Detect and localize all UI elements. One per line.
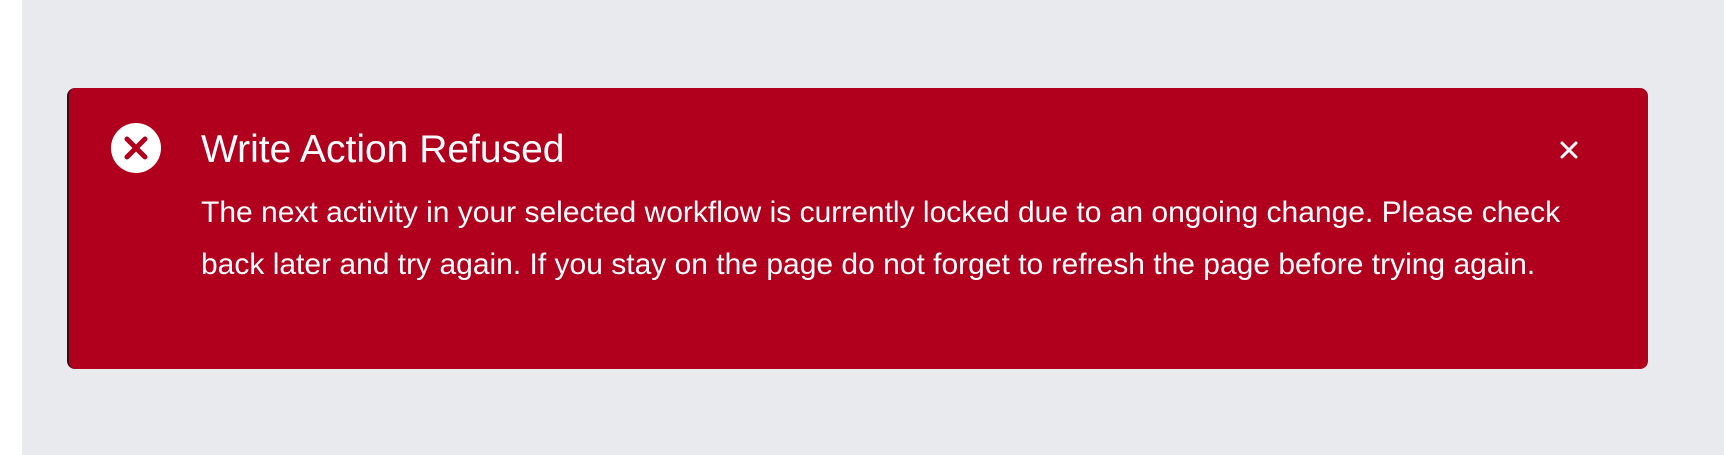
error-alert: Write Action Refused The next activity i… (67, 88, 1648, 369)
close-button[interactable] (1553, 134, 1585, 166)
close-icon (1553, 134, 1585, 166)
alert-message: The next activity in your selected workf… (201, 196, 1561, 281)
alert-title: Write Action Refused (201, 128, 565, 171)
error-circle-x-icon (111, 123, 161, 173)
